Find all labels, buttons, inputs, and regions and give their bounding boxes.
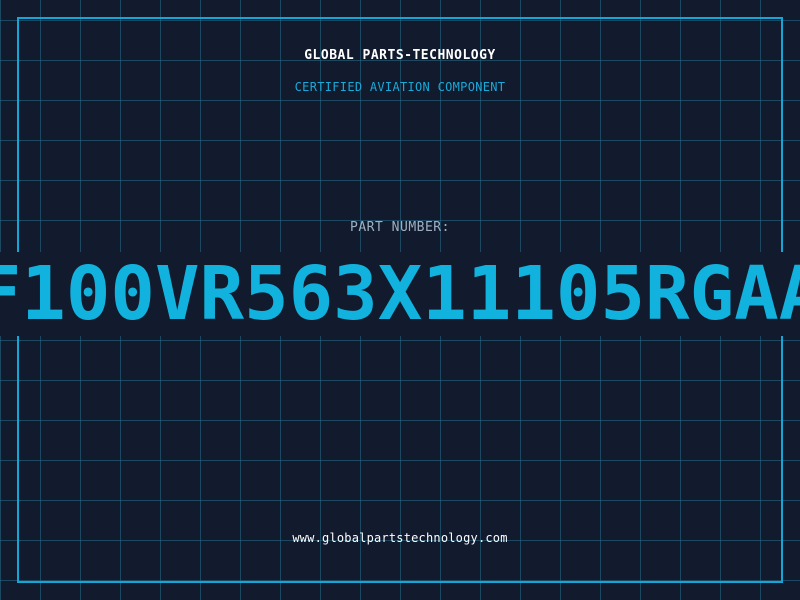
website-link[interactable]: www.globalpartstechnology.com [0,531,800,545]
company-name: GLOBAL PARTS-TECHNOLOGY [304,48,496,63]
certification-subtitle: CERTIFIED AVIATION COMPONENT [294,80,506,94]
part-number-band: F100VR563X11105RGAA [0,252,800,336]
certificate-page: GLOBAL PARTS-TECHNOLOGY CERTIFIED AVIATI… [0,0,800,600]
part-number-label: PART NUMBER: [350,220,450,235]
part-number-value: F100VR563X11105RGAA [0,252,800,336]
